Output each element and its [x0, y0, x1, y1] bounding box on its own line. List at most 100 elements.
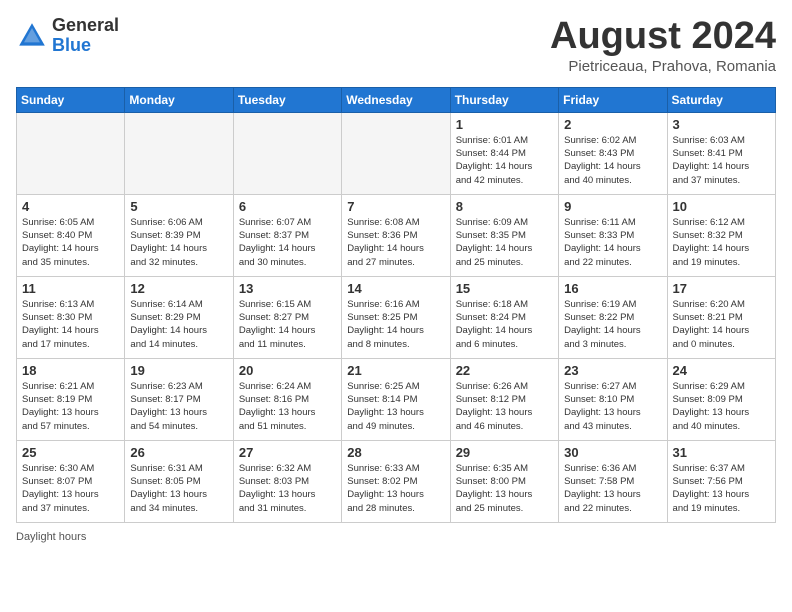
- day-header: Monday: [125, 87, 233, 112]
- location: Pietriceaua, Prahova, Romania: [550, 58, 776, 75]
- day-info: Sunrise: 6:36 AM Sunset: 7:58 PM Dayligh…: [564, 462, 661, 515]
- day-number: 6: [239, 199, 336, 214]
- day-number: 23: [564, 363, 661, 378]
- day-info: Sunrise: 6:24 AM Sunset: 8:16 PM Dayligh…: [239, 380, 336, 433]
- calendar-table: SundayMondayTuesdayWednesdayThursdayFrid…: [16, 87, 776, 523]
- day-number: 15: [456, 281, 553, 296]
- calendar-cell: 23 Sunrise: 6:27 AM Sunset: 8:10 PM Dayli…: [559, 358, 667, 440]
- day-number: 20: [239, 363, 336, 378]
- calendar-cell: 9 Sunrise: 6:11 AM Sunset: 8:33 PM Daylig…: [559, 194, 667, 276]
- calendar-cell: 21Sunrise: 6:25 AM Sunset: 8:14 PM Dayli…: [342, 358, 450, 440]
- day-number: 24: [673, 363, 770, 378]
- logo-icon: [16, 20, 48, 52]
- calendar-cell: 20 Sunrise: 6:24 AM Sunset: 8:16 PM Dayli…: [233, 358, 341, 440]
- day-number: 30: [564, 445, 661, 460]
- day-number: 13: [239, 281, 336, 296]
- calendar-cell: [17, 112, 125, 194]
- day-header: Sunday: [17, 87, 125, 112]
- day-header: Tuesday: [233, 87, 341, 112]
- day-number: 26: [130, 445, 227, 460]
- day-number: 3: [673, 117, 770, 132]
- calendar-cell: 19Sunrise: 6:23 AM Sunset: 8:17 PM Dayli…: [125, 358, 233, 440]
- day-number: 7: [347, 199, 444, 214]
- calendar-cell: 13 Sunrise: 6:15 AM Sunset: 8:27 PM Dayli…: [233, 276, 341, 358]
- calendar-cell: 15 Sunrise: 6:18 AM Sunset: 8:24 PM Dayli…: [450, 276, 558, 358]
- day-number: 31: [673, 445, 770, 460]
- day-info: Sunrise: 6:25 AM Sunset: 8:14 PM Dayligh…: [347, 380, 444, 433]
- day-info: Sunrise: 6:14 AM Sunset: 8:29 PM Dayligh…: [130, 298, 227, 351]
- day-info: Sunrise: 6:03 AM Sunset: 8:41 PM Dayligh…: [673, 134, 770, 187]
- day-info: Sunrise: 6:37 AM Sunset: 7:56 PM Dayligh…: [673, 462, 770, 515]
- calendar-cell: [342, 112, 450, 194]
- calendar-cell: 30 Sunrise: 6:36 AM Sunset: 7:58 PM Dayli…: [559, 440, 667, 522]
- day-info: Sunrise: 6:23 AM Sunset: 8:17 PM Dayligh…: [130, 380, 227, 433]
- day-number: 9: [564, 199, 661, 214]
- calendar-cell: 16Sunrise: 6:19 AM Sunset: 8:22 PM Dayli…: [559, 276, 667, 358]
- day-info: Sunrise: 6:07 AM Sunset: 8:37 PM Dayligh…: [239, 216, 336, 269]
- day-info: Sunrise: 6:02 AM Sunset: 8:43 PM Dayligh…: [564, 134, 661, 187]
- day-info: Sunrise: 6:26 AM Sunset: 8:12 PM Dayligh…: [456, 380, 553, 433]
- day-number: 5: [130, 199, 227, 214]
- calendar-cell: 1 Sunrise: 6:01 AM Sunset: 8:44 PM Daylig…: [450, 112, 558, 194]
- month-title: August 2024: [550, 16, 776, 58]
- calendar-week-row: 18 Sunrise: 6:21 AM Sunset: 8:19 PM Dayli…: [17, 358, 776, 440]
- calendar-week-row: 25 Sunrise: 6:30 AM Sunset: 8:07 PM Dayli…: [17, 440, 776, 522]
- day-header: Wednesday: [342, 87, 450, 112]
- day-info: Sunrise: 6:33 AM Sunset: 8:02 PM Dayligh…: [347, 462, 444, 515]
- day-number: 29: [456, 445, 553, 460]
- day-info: Sunrise: 6:20 AM Sunset: 8:21 PM Dayligh…: [673, 298, 770, 351]
- day-info: Sunrise: 6:30 AM Sunset: 8:07 PM Dayligh…: [22, 462, 119, 515]
- calendar-week-row: 11Sunrise: 6:13 AM Sunset: 8:30 PM Dayli…: [17, 276, 776, 358]
- day-number: 2: [564, 117, 661, 132]
- calendar-cell: 2 Sunrise: 6:02 AM Sunset: 8:43 PM Daylig…: [559, 112, 667, 194]
- day-info: Sunrise: 6:27 AM Sunset: 8:10 PM Dayligh…: [564, 380, 661, 433]
- day-info: Sunrise: 6:09 AM Sunset: 8:35 PM Dayligh…: [456, 216, 553, 269]
- day-info: Sunrise: 6:15 AM Sunset: 8:27 PM Dayligh…: [239, 298, 336, 351]
- day-number: 22: [456, 363, 553, 378]
- day-number: 10: [673, 199, 770, 214]
- day-number: 25: [22, 445, 119, 460]
- day-header: Saturday: [667, 87, 775, 112]
- calendar-cell: 25 Sunrise: 6:30 AM Sunset: 8:07 PM Dayli…: [17, 440, 125, 522]
- day-info: Sunrise: 6:06 AM Sunset: 8:39 PM Dayligh…: [130, 216, 227, 269]
- day-info: Sunrise: 6:21 AM Sunset: 8:19 PM Dayligh…: [22, 380, 119, 433]
- day-number: 16: [564, 281, 661, 296]
- day-number: 27: [239, 445, 336, 460]
- day-number: 1: [456, 117, 553, 132]
- calendar-cell: 3 Sunrise: 6:03 AM Sunset: 8:41 PM Daylig…: [667, 112, 775, 194]
- day-header: Thursday: [450, 87, 558, 112]
- calendar-cell: 14Sunrise: 6:16 AM Sunset: 8:25 PM Dayli…: [342, 276, 450, 358]
- day-number: 17: [673, 281, 770, 296]
- calendar-cell: 29 Sunrise: 6:35 AM Sunset: 8:00 PM Dayli…: [450, 440, 558, 522]
- calendar-week-row: 4Sunrise: 6:05 AM Sunset: 8:40 PM Daylig…: [17, 194, 776, 276]
- calendar-cell: 28Sunrise: 6:33 AM Sunset: 8:02 PM Dayli…: [342, 440, 450, 522]
- calendar-cell: 12Sunrise: 6:14 AM Sunset: 8:29 PM Dayli…: [125, 276, 233, 358]
- day-info: Sunrise: 6:01 AM Sunset: 8:44 PM Dayligh…: [456, 134, 553, 187]
- day-info: Sunrise: 6:12 AM Sunset: 8:32 PM Dayligh…: [673, 216, 770, 269]
- day-info: Sunrise: 6:08 AM Sunset: 8:36 PM Dayligh…: [347, 216, 444, 269]
- calendar-cell: 18 Sunrise: 6:21 AM Sunset: 8:19 PM Dayli…: [17, 358, 125, 440]
- title-block: August 2024 Pietriceaua, Prahova, Romani…: [550, 16, 776, 75]
- calendar-cell: 8 Sunrise: 6:09 AM Sunset: 8:35 PM Daylig…: [450, 194, 558, 276]
- calendar-cell: 22 Sunrise: 6:26 AM Sunset: 8:12 PM Dayli…: [450, 358, 558, 440]
- footer: Daylight hours: [16, 531, 776, 543]
- calendar-cell: 5 Sunrise: 6:06 AM Sunset: 8:39 PM Daylig…: [125, 194, 233, 276]
- day-info: Sunrise: 6:29 AM Sunset: 8:09 PM Dayligh…: [673, 380, 770, 433]
- day-info: Sunrise: 6:35 AM Sunset: 8:00 PM Dayligh…: [456, 462, 553, 515]
- calendar-header-row: SundayMondayTuesdayWednesdayThursdayFrid…: [17, 87, 776, 112]
- day-info: Sunrise: 6:16 AM Sunset: 8:25 PM Dayligh…: [347, 298, 444, 351]
- logo-general: General: [52, 16, 119, 36]
- calendar-cell: 17 Sunrise: 6:20 AM Sunset: 8:21 PM Dayli…: [667, 276, 775, 358]
- logo: General Blue: [16, 16, 119, 56]
- day-header: Friday: [559, 87, 667, 112]
- calendar-cell: 26Sunrise: 6:31 AM Sunset: 8:05 PM Dayli…: [125, 440, 233, 522]
- calendar-cell: [233, 112, 341, 194]
- calendar-week-row: 1 Sunrise: 6:01 AM Sunset: 8:44 PM Daylig…: [17, 112, 776, 194]
- calendar-cell: 11Sunrise: 6:13 AM Sunset: 8:30 PM Dayli…: [17, 276, 125, 358]
- day-info: Sunrise: 6:32 AM Sunset: 8:03 PM Dayligh…: [239, 462, 336, 515]
- day-info: Sunrise: 6:18 AM Sunset: 8:24 PM Dayligh…: [456, 298, 553, 351]
- day-info: Sunrise: 6:11 AM Sunset: 8:33 PM Dayligh…: [564, 216, 661, 269]
- day-number: 18: [22, 363, 119, 378]
- logo-blue: Blue: [52, 36, 119, 56]
- day-number: 8: [456, 199, 553, 214]
